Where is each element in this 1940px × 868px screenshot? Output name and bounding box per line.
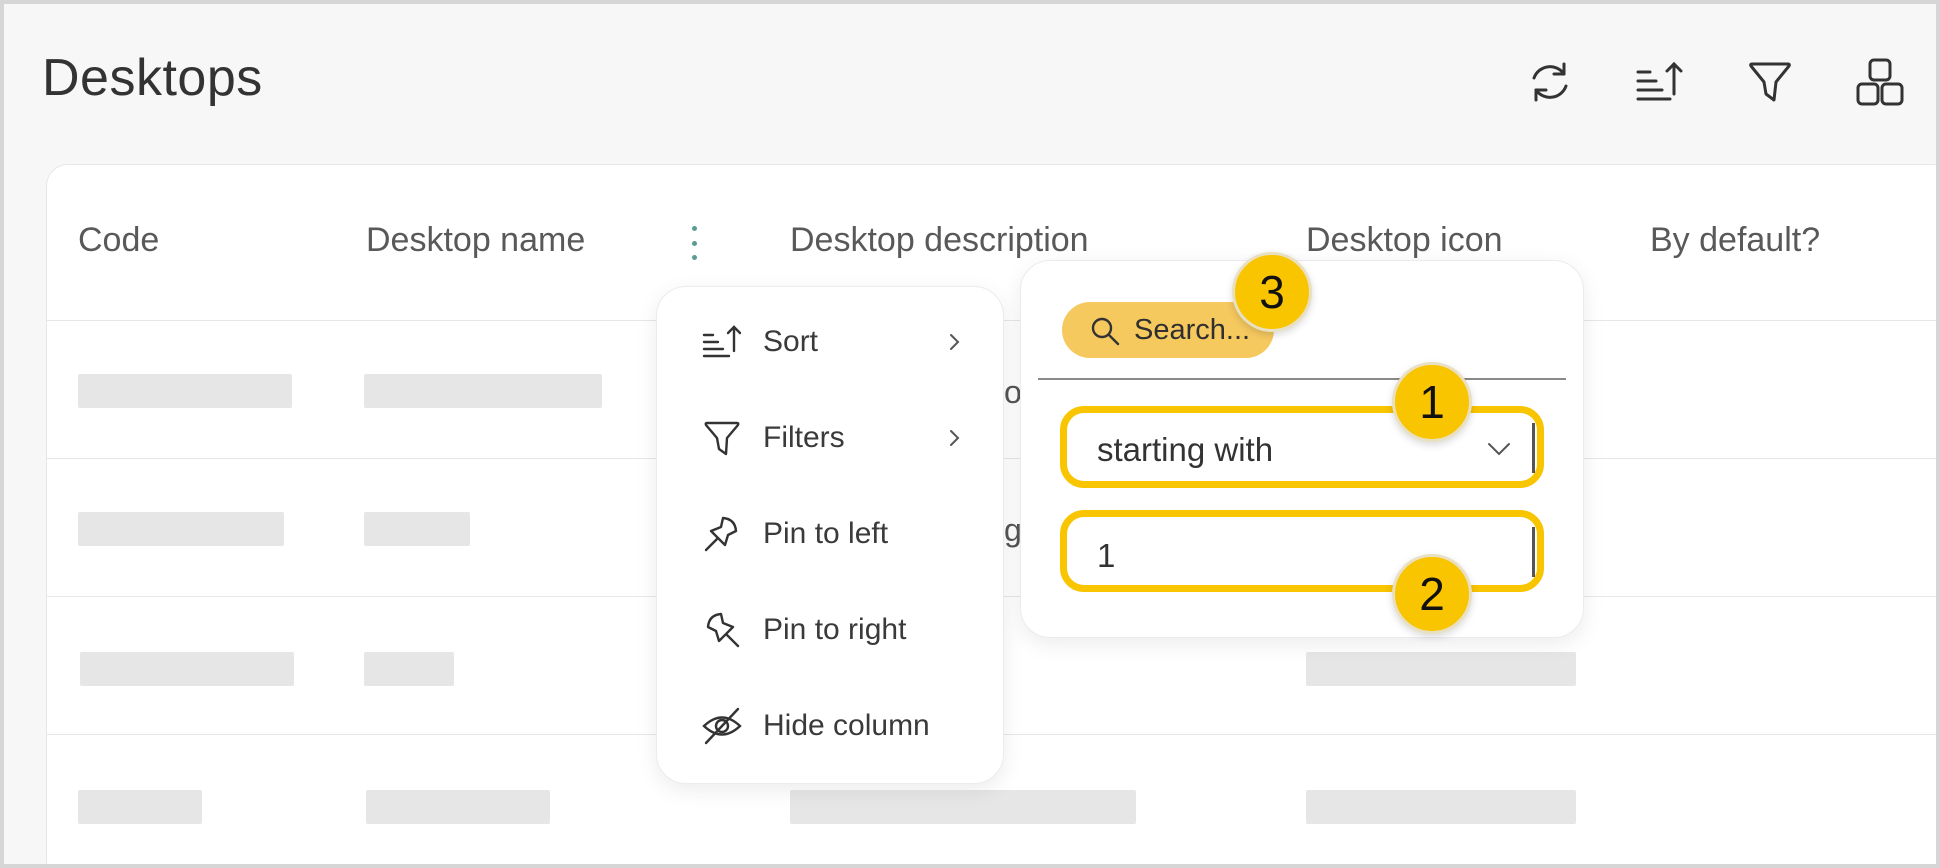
column-menu-button[interactable]: [684, 226, 704, 260]
grid-layout-icon[interactable]: [1852, 54, 1908, 110]
skeleton-cell: [78, 374, 292, 408]
search-button-label: Search...: [1134, 313, 1251, 346]
menu-item-sort[interactable]: Sort: [657, 307, 1005, 377]
kebab-dot: [691, 255, 697, 260]
skeleton-cell: [364, 374, 602, 408]
menu-item-label: Pin to right: [763, 613, 907, 646]
menu-item-label: Sort: [763, 325, 819, 358]
skeleton-cell: [78, 512, 284, 546]
column-header-desktop-name[interactable]: Desktop name: [366, 221, 585, 260]
filter-icon[interactable]: [1742, 54, 1798, 110]
column-header-code[interactable]: Code: [78, 221, 159, 260]
search-icon: [1091, 317, 1120, 346]
column-context-menu: Sort Filters Pin to left Pin to right Hi…: [656, 286, 1004, 784]
callout-badge-1: 1: [1392, 362, 1472, 442]
chevron-right-icon: [943, 331, 965, 353]
skeleton-cell: [790, 790, 1136, 824]
chevron-down-icon: [1485, 435, 1513, 463]
scroll-edge: [1532, 423, 1535, 473]
column-header-desktop-icon[interactable]: Desktop icon: [1306, 221, 1503, 260]
skeleton-cell: [80, 652, 294, 686]
callout-badge-2: 2: [1392, 554, 1472, 634]
filter-operator-select[interactable]: starting with: [1060, 406, 1544, 488]
menu-item-filters[interactable]: Filters: [657, 403, 1005, 473]
kebab-dot: [691, 226, 697, 231]
skeleton-cell: [78, 790, 202, 824]
menu-item-pin-right[interactable]: Pin to right: [657, 595, 1005, 665]
callout-badge-3: 3: [1232, 252, 1312, 332]
eye-off-icon: [701, 705, 743, 747]
skeleton-cell: [364, 512, 470, 546]
divider: [1038, 378, 1566, 380]
pin-right-icon: [701, 609, 743, 651]
sort-icon: [701, 321, 743, 363]
sort-icon[interactable]: [1632, 54, 1688, 110]
skeleton-cell: [364, 652, 454, 686]
menu-item-hide-column[interactable]: Hide column: [657, 691, 1005, 761]
menu-item-label: Filters: [763, 421, 845, 454]
page-title: Desktops: [42, 49, 263, 107]
scroll-edge: [1532, 527, 1535, 577]
skeleton-cell: [366, 790, 550, 824]
chevron-right-icon: [943, 427, 965, 449]
filter-value-input[interactable]: 1: [1060, 510, 1544, 592]
filter-value-text: 1: [1097, 537, 1116, 574]
skeleton-cell: [1306, 652, 1576, 686]
column-header-by-default[interactable]: By default?: [1650, 221, 1820, 260]
menu-item-label: Pin to left: [763, 517, 889, 550]
filter-operator-value: starting with: [1097, 431, 1274, 468]
window-frame: Desktops Code Desktop name Desktop descr…: [0, 0, 1940, 868]
skeleton-cell: [1306, 790, 1576, 824]
pin-left-icon: [701, 513, 743, 555]
filter-icon: [701, 417, 743, 459]
kebab-dot: [691, 240, 697, 246]
refresh-icon[interactable]: [1522, 54, 1578, 110]
menu-item-label: Hide column: [763, 709, 930, 742]
column-header-desktop-description[interactable]: Desktop description: [790, 221, 1089, 260]
menu-item-pin-left[interactable]: Pin to left: [657, 499, 1005, 569]
